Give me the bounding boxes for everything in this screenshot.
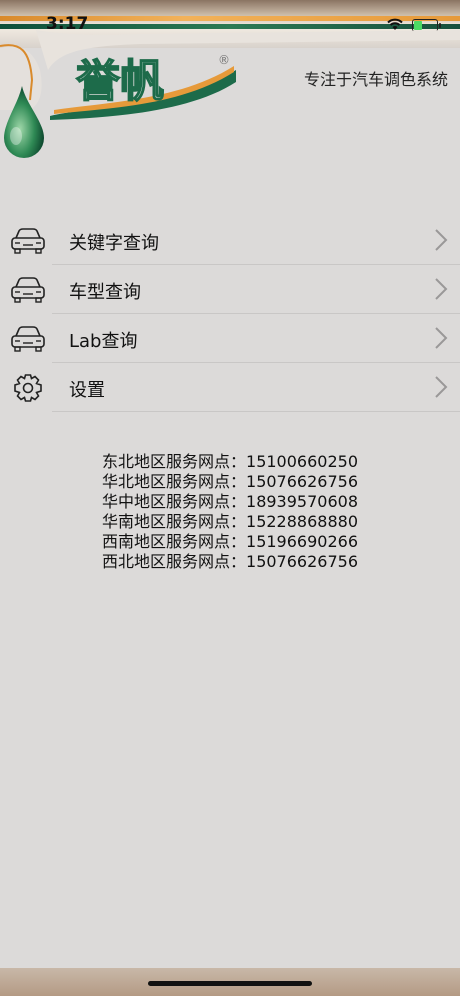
- main-menu: 关键字查询 车型查询 Lab查询 设置: [0, 216, 460, 412]
- contact-row: 西北地区服务网点：15076626756: [0, 552, 460, 572]
- chevron-right-icon: [435, 229, 448, 251]
- droplet-icon: [4, 86, 44, 158]
- contact-phone: 15228868880: [246, 512, 358, 531]
- registered-mark: ®: [218, 53, 230, 67]
- contact-region: 西南地区服务网点：: [102, 532, 247, 551]
- menu-item-keyword-search[interactable]: 关键字查询: [0, 216, 460, 265]
- contact-region: 华南地区服务网点：: [102, 512, 247, 531]
- chevron-right-icon: [435, 376, 448, 398]
- contact-phone: 18939570608: [246, 492, 358, 511]
- brand-logo: 誉帆 ®: [50, 48, 240, 124]
- car-icon: [11, 326, 45, 352]
- app-header: 3:17 誉帆 ® 专注于汽车调色系统: [0, 0, 460, 175]
- menu-item-label: 车型查询: [69, 282, 141, 303]
- home-indicator[interactable]: [148, 981, 312, 986]
- contact-phone: 15100660250: [246, 452, 358, 471]
- contact-region: 东北地区服务网点：: [102, 452, 247, 471]
- contact-phone: 15076626756: [246, 472, 358, 491]
- divider: [52, 411, 460, 412]
- menu-item-settings[interactable]: 设置: [0, 363, 460, 412]
- chevron-right-icon: [435, 327, 448, 349]
- contact-row: 华南地区服务网点：15228868880: [0, 512, 460, 532]
- contact-region: 华中地区服务网点：: [102, 492, 247, 511]
- contact-region: 西北地区服务网点：: [102, 552, 247, 571]
- car-icon: [11, 228, 45, 254]
- contact-row: 西南地区服务网点：15196690266: [0, 532, 460, 552]
- brand-name: 誉帆: [76, 56, 164, 107]
- battery-level: [414, 21, 422, 30]
- menu-item-label: 关键字查询: [69, 233, 159, 254]
- menu-item-model-search[interactable]: 车型查询: [0, 265, 460, 314]
- contact-phone: 15076626756: [246, 552, 358, 571]
- gear-icon: [14, 374, 42, 402]
- contact-region: 华北地区服务网点：: [102, 472, 247, 491]
- contact-phone: 15196690266: [246, 532, 358, 551]
- menu-item-label: 设置: [69, 380, 105, 401]
- contact-row: 华北地区服务网点：15076626756: [0, 472, 460, 492]
- chevron-right-icon: [435, 278, 448, 300]
- car-icon: [11, 277, 45, 303]
- menu-item-lab-search[interactable]: Lab查询: [0, 314, 460, 363]
- app-tagline: 专注于汽车调色系统: [303, 70, 448, 89]
- contact-row: 东北地区服务网点：15100660250: [0, 452, 460, 472]
- service-contacts: 东北地区服务网点：15100660250 华北地区服务网点：1507662675…: [0, 452, 460, 572]
- contact-row: 华中地区服务网点：18939570608: [0, 492, 460, 512]
- menu-item-label: Lab查询: [69, 331, 138, 352]
